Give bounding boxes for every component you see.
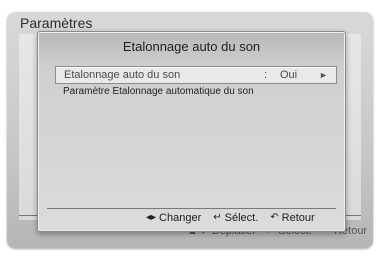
dialog-title: Etalonnage auto du son: [122, 39, 261, 54]
leftright-icon: ◂▸: [146, 212, 157, 223]
hint-return[interactable]: ↶ Retour: [270, 212, 314, 224]
arrow-right-icon[interactable]: ►: [319, 70, 328, 80]
hint-select-label: Sélect.: [224, 212, 259, 224]
setting-separator: :: [264, 69, 268, 81]
setting-label: Etalonnage auto du son: [64, 69, 181, 81]
hint-select[interactable]: ↵ Sélect.: [213, 212, 258, 224]
hint-return-label: Retour: [281, 212, 315, 224]
background-title: Paramètres: [20, 15, 93, 31]
dialog-body: Etalonnage auto du son : Oui ► Paramètre…: [46, 60, 337, 230]
enter-icon: ↵: [213, 212, 222, 223]
auto-sound-calibration-dialog: Etalonnage auto du son Etalonnage auto d…: [37, 31, 346, 232]
auto-sound-calibration-setting[interactable]: Etalonnage auto du son : Oui ►: [55, 66, 337, 84]
dialog-footer: ◂▸ Changer ↵ Sélect. ↶ Retour: [146, 212, 315, 224]
hint-change-label: Changer: [159, 212, 202, 224]
dialog-divider: [47, 208, 336, 209]
setting-value: Oui: [280, 69, 298, 81]
setting-description: Paramètre Etalonnage automatique du son: [63, 86, 254, 97]
return-icon: ↶: [270, 212, 279, 223]
hint-change[interactable]: ◂▸ Changer: [146, 212, 201, 224]
